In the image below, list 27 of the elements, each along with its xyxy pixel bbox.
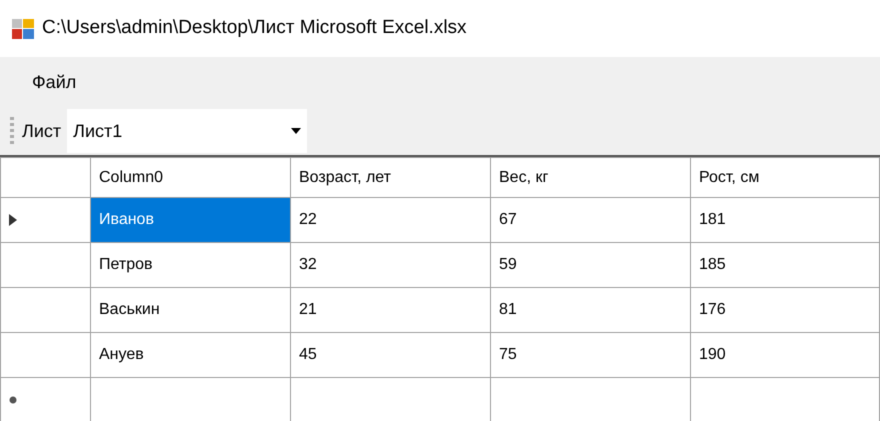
table-cell[interactable]: 75 [490,332,690,378]
toolbar-label: Лист [22,120,62,142]
column-header[interactable]: Column0 [90,158,290,198]
app-icon [12,18,34,38]
sheet-dropdown[interactable]: Лист1 [67,109,308,153]
column-header[interactable]: Возраст, лет [290,158,490,198]
menu-item[interactable]: Файл [24,64,84,100]
table-cell[interactable]: 21 [290,288,490,332]
table-cell[interactable]: 176 [690,288,880,332]
column-header[interactable]: Рост, см [690,158,880,198]
table-cell[interactable]: 190 [690,332,880,378]
table-cell[interactable]: 32 [290,242,490,288]
table-cell[interactable]: 181 [690,198,880,242]
table-cell[interactable]: Петров [90,242,290,288]
table-cell[interactable]: 67 [490,198,690,242]
window-title: C:\Users\admin\Desktop\Лист Microsoft Excel.xlsx [42,16,467,40]
table-cell[interactable]: 59 [490,242,690,288]
column-header[interactable]: Вес, кг [490,158,690,198]
table-cell[interactable]: 185 [690,242,880,288]
new-row-icon [9,396,17,404]
table-cell[interactable]: 45 [290,332,490,378]
table-cell[interactable]: Васькин [90,288,290,332]
table-cell[interactable]: 22 [290,198,490,242]
dropdown-arrow-icon [291,128,302,134]
table-cell[interactable]: Ануев [90,332,290,378]
table-cell[interactable]: 81 [490,288,690,332]
table-cell[interactable]: Иванов [90,198,290,242]
